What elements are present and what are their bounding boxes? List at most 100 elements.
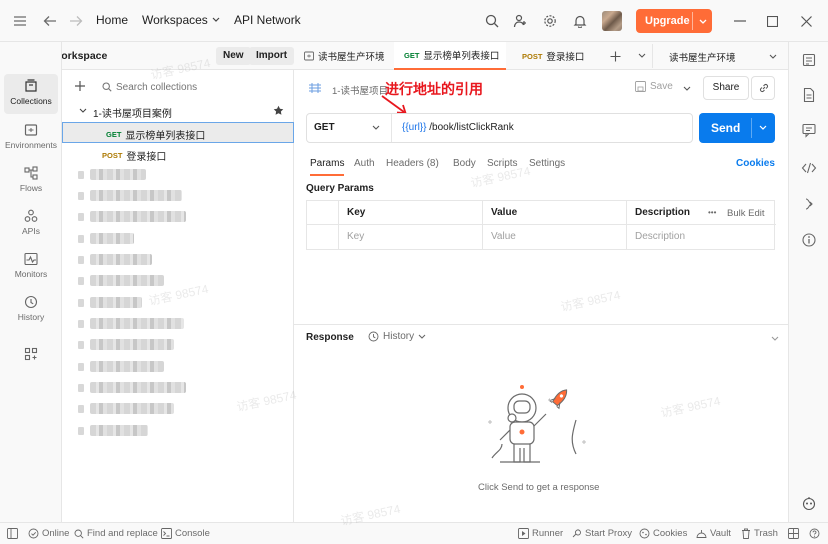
console-button[interactable]: Console — [161, 528, 210, 539]
trash-button[interactable]: Trash — [741, 528, 778, 539]
cookies-button[interactable]: Cookies — [639, 528, 687, 539]
cookies-label: Cookies — [653, 528, 688, 539]
blurred-collection-row[interactable] — [78, 425, 158, 437]
favorite-star-icon[interactable] — [273, 105, 284, 116]
blurred-collection-row[interactable] — [78, 233, 148, 245]
tab-headers[interactable]: Headers (8) — [386, 158, 439, 169]
back-arrow-icon[interactable] — [40, 11, 60, 31]
blurred-collection-row[interactable] — [78, 211, 188, 223]
key-input[interactable]: Key — [338, 225, 482, 249]
blurred-collection-row[interactable] — [78, 361, 168, 373]
tab-settings[interactable]: Settings — [529, 158, 565, 169]
url-variable: {{url}} — [402, 122, 427, 133]
api-network-link[interactable]: API Network — [234, 13, 301, 27]
request-row-get-selected[interactable]: GET 显示榜单列表接口 — [62, 122, 294, 143]
rail-item-apis[interactable]: APIs — [4, 204, 58, 244]
home-link[interactable]: Home — [96, 13, 128, 27]
blurred-collection-row[interactable] — [78, 275, 168, 287]
workspaces-menu[interactable]: Workspaces — [142, 13, 220, 27]
cookies-link[interactable]: Cookies — [736, 158, 775, 169]
close-window-icon[interactable] — [796, 11, 816, 31]
api-documentation-icon[interactable] — [801, 52, 817, 68]
value-input[interactable]: Value — [482, 225, 626, 249]
tab-auth[interactable]: Auth — [354, 158, 375, 169]
description-input[interactable]: Description — [626, 225, 776, 249]
more-options-icon[interactable]: ••• — [708, 208, 716, 217]
tab-scripts[interactable]: Scripts — [487, 158, 518, 169]
blurred-collection-row[interactable] — [78, 318, 188, 330]
tab-body[interactable]: Body — [453, 158, 476, 169]
code-snippet-icon[interactable] — [801, 160, 817, 176]
vault-button[interactable]: Vault — [696, 528, 731, 539]
rail-label-collections: Collections — [10, 96, 52, 106]
document-icon[interactable] — [801, 87, 817, 103]
search-collections-box[interactable] — [94, 78, 290, 96]
collection-row[interactable]: 1-读书屋项目案例 — [62, 101, 294, 122]
environment-selector[interactable]: 读书屋生产环境 — [669, 50, 777, 64]
url-input[interactable]: {{url}} /book/listClickRank — [402, 122, 514, 133]
tab-params[interactable]: Params — [310, 158, 345, 176]
chevron-down-icon[interactable] — [759, 125, 767, 131]
start-proxy-button[interactable]: Start Proxy — [571, 528, 632, 539]
layout-grid-icon[interactable] — [788, 528, 799, 539]
vault-icon — [696, 530, 707, 538]
rail-item-monitors[interactable]: Monitors — [4, 247, 58, 287]
tab-environment[interactable]: 读书屋生产环境 — [304, 42, 392, 70]
new-tab-plus-icon[interactable] — [610, 51, 621, 62]
search-collections-input[interactable] — [116, 79, 286, 95]
chevron-down-icon — [212, 17, 220, 22]
save-options-chevron-icon[interactable] — [683, 86, 691, 92]
copy-link-button[interactable] — [751, 76, 775, 100]
toggle-sidebar-icon[interactable] — [7, 528, 18, 539]
chevron-down-icon[interactable] — [79, 108, 87, 114]
blurred-collection-row[interactable] — [78, 297, 158, 309]
search-icon — [74, 529, 84, 539]
rail-item-collections[interactable]: Collections — [4, 74, 58, 114]
request-row-post[interactable]: POST 登录接口 — [62, 143, 294, 164]
rail-item-history[interactable]: History — [4, 290, 58, 330]
maximize-window-icon[interactable] — [762, 11, 782, 31]
configure-sidebar-button[interactable] — [4, 342, 58, 382]
bulk-edit-button[interactable]: Bulk Edit — [727, 208, 765, 219]
tab-post-request[interactable]: POST 登录接口 — [522, 42, 602, 70]
blurred-collection-row[interactable] — [78, 190, 188, 202]
runner-button[interactable]: Runner — [518, 528, 563, 539]
settings-gear-icon[interactable] — [540, 11, 560, 31]
flows-icon — [24, 166, 38, 180]
rail-item-environments[interactable]: Environments — [4, 118, 58, 158]
menu-icon[interactable] — [10, 11, 30, 31]
invite-user-icon[interactable] — [510, 11, 530, 31]
chevron-down-icon[interactable] — [696, 13, 710, 29]
method-selector[interactable]: GET — [314, 122, 386, 133]
blurred-collection-row[interactable] — [78, 339, 178, 351]
history-dropdown[interactable]: History — [368, 331, 426, 342]
rail-item-flows[interactable]: Flows — [4, 161, 58, 201]
blurred-collection-row[interactable] — [78, 254, 168, 266]
tabs-dropdown-chevron-icon[interactable] — [638, 53, 646, 59]
import-button[interactable]: Import — [249, 47, 295, 65]
comments-icon[interactable] — [801, 122, 817, 138]
blurred-collection-row[interactable] — [78, 382, 188, 394]
blurred-collection-row[interactable] — [78, 403, 178, 415]
save-button[interactable]: Save — [635, 81, 673, 92]
blurred-collection-row[interactable] — [78, 169, 158, 181]
collapse-response-chevron-icon[interactable] — [771, 336, 779, 342]
online-status[interactable]: Online — [28, 528, 69, 539]
new-button[interactable]: New — [216, 47, 251, 65]
column-header-value: Value — [482, 201, 626, 225]
send-button[interactable]: Send — [699, 113, 775, 143]
upgrade-button[interactable]: Upgrade — [636, 9, 712, 33]
info-icon[interactable] — [801, 232, 817, 248]
user-avatar[interactable] — [602, 11, 622, 31]
minimize-window-icon[interactable] — [730, 11, 750, 31]
share-button[interactable]: Share — [703, 76, 749, 100]
tab-get-request[interactable]: GET 显示榜单列表接口 — [394, 42, 506, 70]
related-collections-icon[interactable] — [801, 196, 817, 212]
forward-arrow-icon[interactable] — [66, 11, 86, 31]
add-collection-plus-icon[interactable] — [74, 80, 86, 92]
find-replace-button[interactable]: Find and replace — [74, 528, 158, 539]
notifications-bell-icon[interactable] — [570, 11, 590, 31]
postbot-icon[interactable] — [801, 496, 817, 512]
help-icon[interactable] — [809, 528, 820, 539]
search-icon[interactable] — [482, 11, 502, 31]
